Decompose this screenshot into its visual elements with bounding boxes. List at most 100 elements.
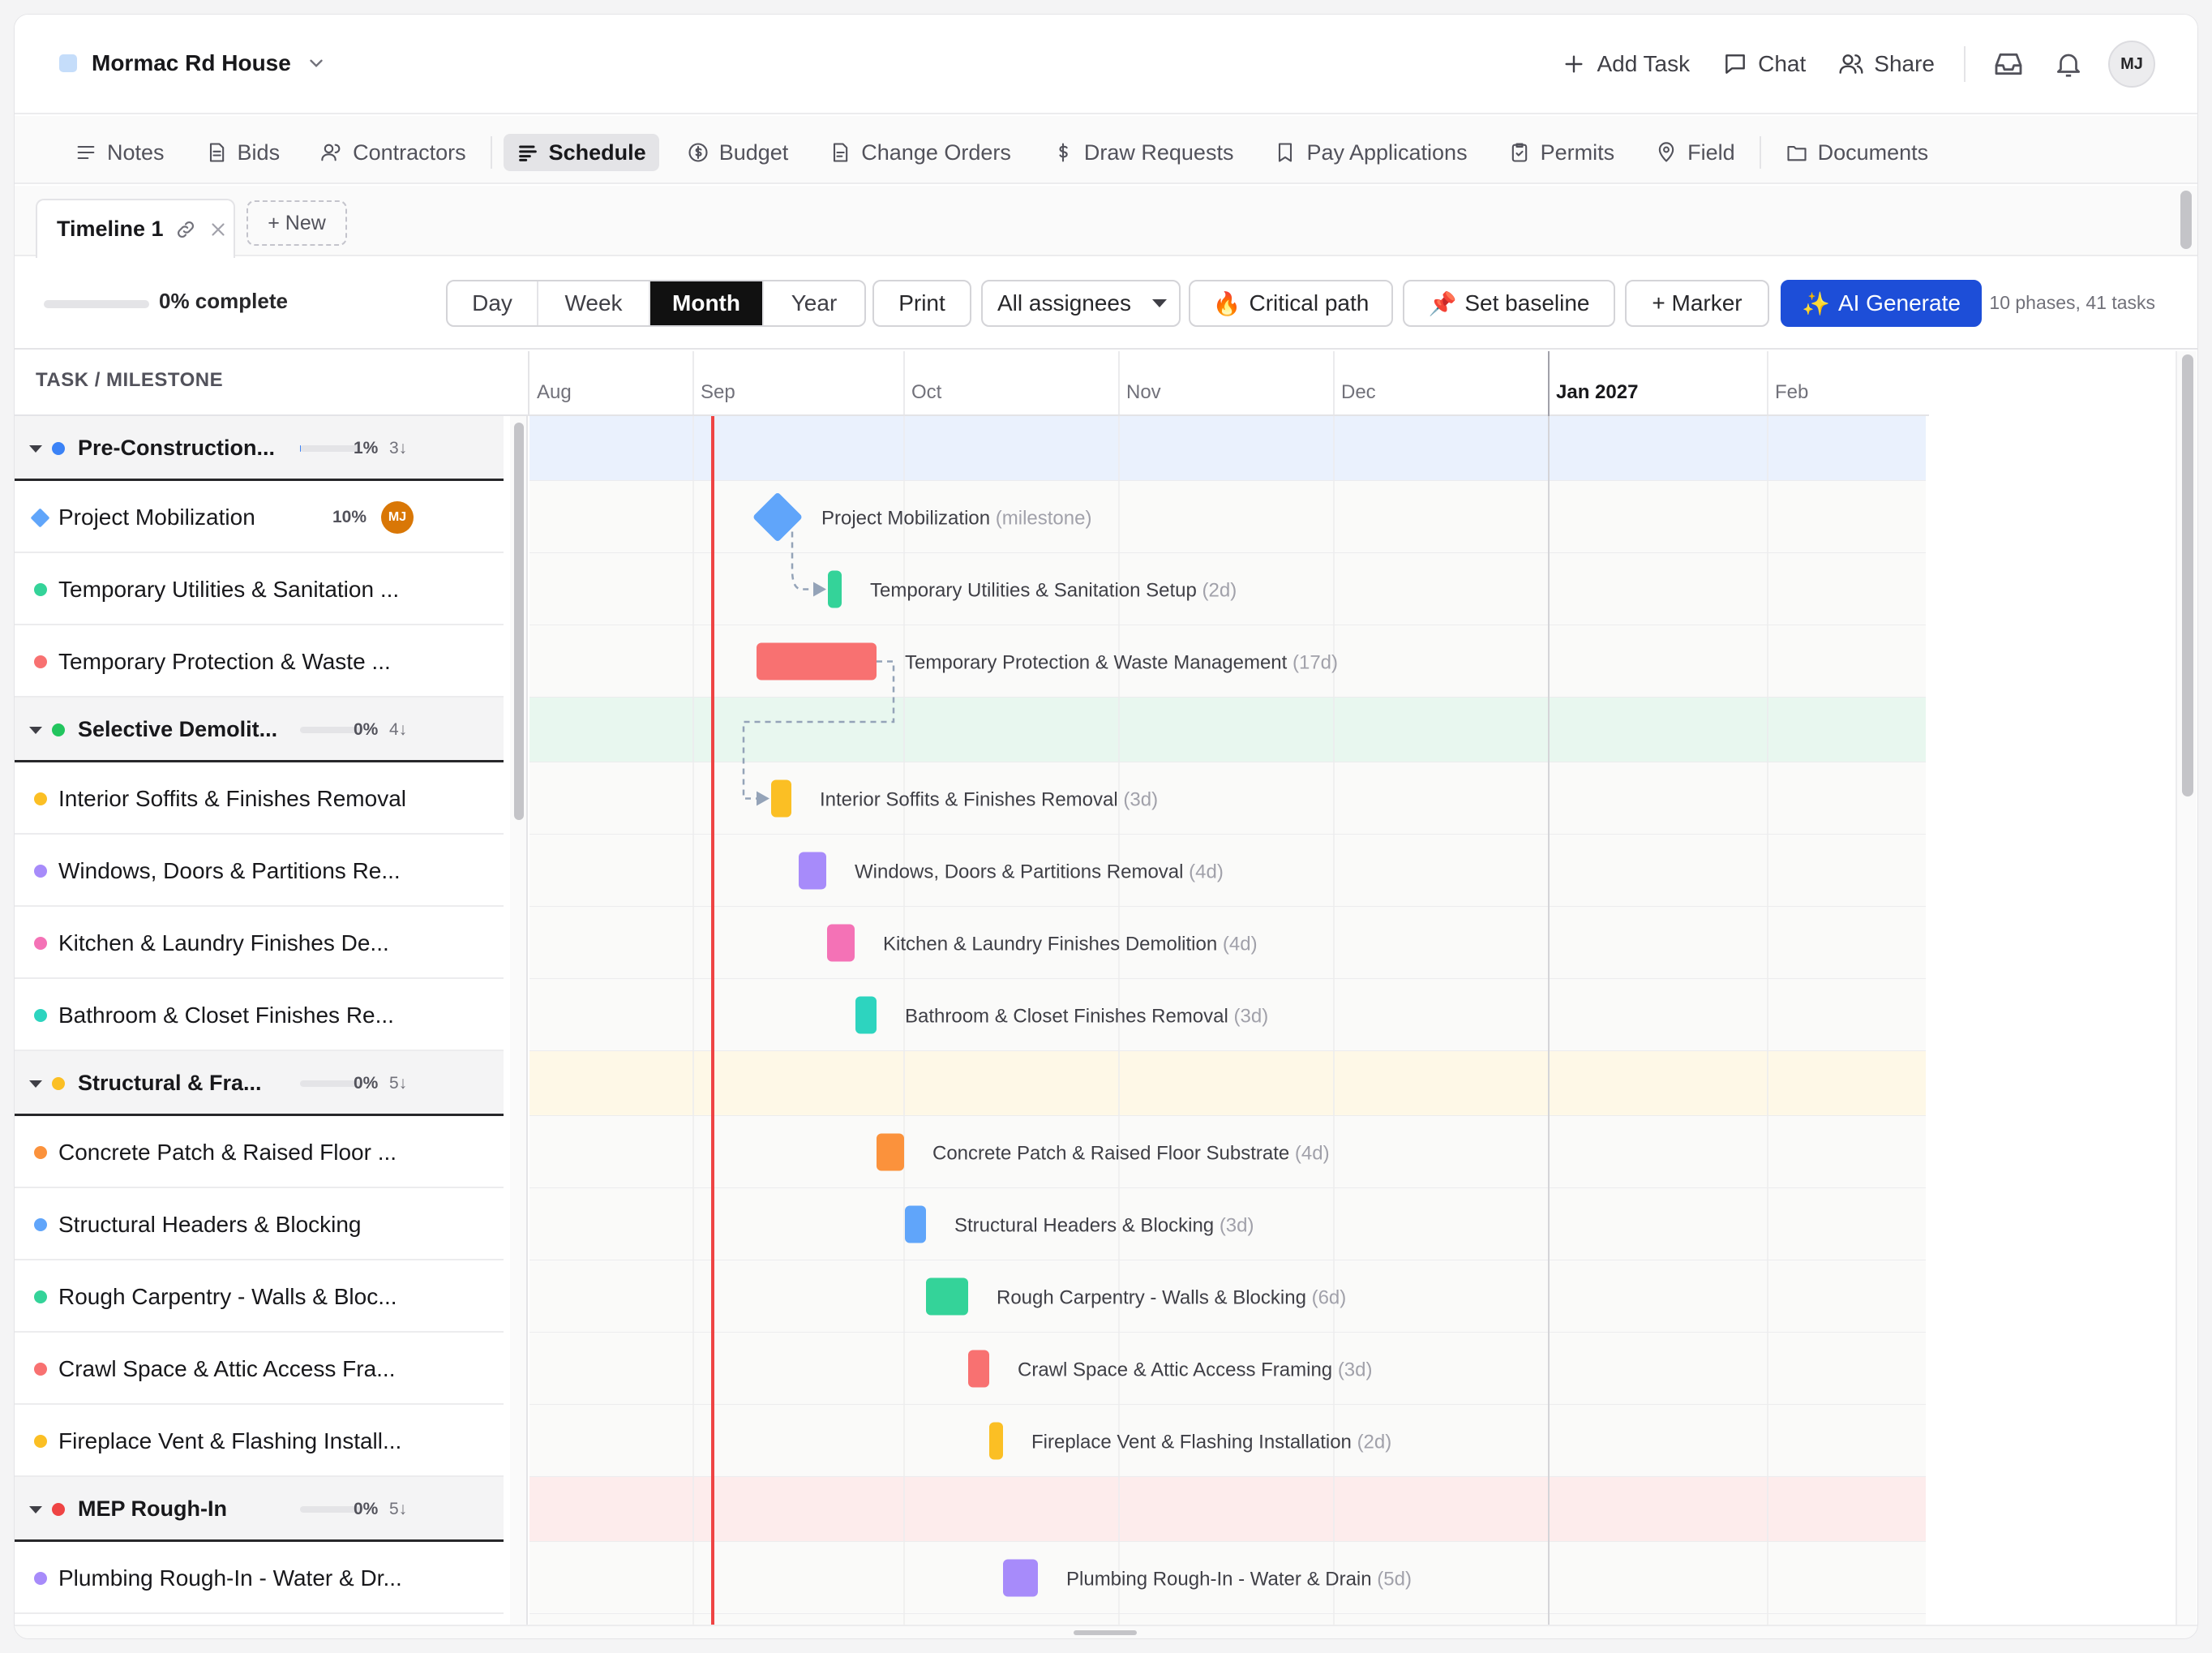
nav-item-label: Budget [718,140,789,165]
phase-progress-bar [300,1506,360,1513]
print-button[interactable]: Print [872,280,971,327]
nav-item-field[interactable]: Field [1642,134,1748,171]
phase-row[interactable]: Structural & Fra... 0% 5↓ [15,1051,504,1116]
new-timeline-button[interactable]: + New [246,200,347,246]
view-year-button[interactable]: Year [764,281,864,325]
task-row[interactable]: Plumbing Rough-In - Water & Dr... [15,1542,504,1614]
phase-progress-bar [300,727,360,733]
nav-item-bids[interactable]: Bids [192,134,294,171]
share-button[interactable]: Share [1838,51,1935,77]
close-icon[interactable] [208,219,229,240]
task-name: Concrete Patch & Raised Floor ... [58,1139,397,1165]
collapse-caret-icon[interactable] [29,1080,42,1088]
task-row[interactable]: Temporary Utilities & Sanitation ... [15,553,504,625]
month-label: Dec [1341,381,1376,403]
set-baseline-label: Set baseline [1464,290,1590,316]
task-row[interactable]: Temporary Protection & Waste ... [15,625,504,698]
nav-item-documents[interactable]: Documents [1773,134,1942,171]
nav-item-schedule[interactable]: Schedule [503,134,659,171]
task-row[interactable]: Fireplace Vent & Flashing Install... [15,1405,504,1477]
nav-item-change-orders[interactable]: Change Orders [816,134,1024,171]
tab-timeline-1[interactable]: Timeline 1 [36,199,235,258]
nav-item-label: Draw Requests [1083,140,1234,165]
task-name: Windows, Doors & Partitions Re... [58,857,401,883]
scroll-thumb[interactable] [514,423,524,820]
task-list-scrollbar[interactable] [510,416,528,1633]
collapse-caret-icon[interactable] [29,1506,42,1513]
project-selector[interactable]: Mormac Rd House [59,50,327,76]
permits-icon [1511,143,1527,162]
view-week-button[interactable]: Week [538,281,650,325]
scroll-thumb[interactable] [2182,354,2193,796]
bar-label: Fireplace Vent & Flashing Installation (… [1031,1432,1391,1453]
phase-name: Pre-Construction... [78,436,276,460]
month-label: Nov [1126,381,1161,403]
bar-label-text: Project Mobilization [821,508,996,530]
task-row[interactable]: Structural Headers & Blocking [15,1188,504,1260]
bar-label: Kitchen & Laundry Finishes Demolition (4… [883,934,1258,955]
tabs-scrollbar[interactable] [2176,186,2197,259]
bar-label-text: Windows, Doors & Partitions Removal [855,861,1189,883]
bar-label-text: Rough Carpentry - Walls & Blocking [997,1287,1312,1309]
ai-generate-button[interactable]: ✨ AI Generate [1781,280,1982,327]
assignees-select[interactable]: All assignees [981,280,1181,327]
phase-row[interactable]: MEP Rough-In 0% 5↓ [15,1477,504,1542]
task-row[interactable]: Kitchen & Laundry Finishes De... [15,907,504,979]
link-icon[interactable] [175,219,196,240]
chevron-down-icon [310,59,323,67]
phase-row[interactable]: Pre-Construction... 1% 3↓ [15,416,504,481]
nav-item-permits[interactable]: Permits [1495,134,1628,171]
chart-scrollbar[interactable] [2176,351,2197,1637]
task-row[interactable]: Rough Carpentry - Walls & Bloc... [15,1260,504,1333]
task-name: Rough Carpentry - Walls & Bloc... [58,1283,397,1309]
nav-item-contractors[interactable]: Contractors [307,134,479,171]
month-label: Aug [537,381,572,403]
task-row[interactable]: Concrete Patch & Raised Floor ... [15,1116,504,1188]
notifications-button[interactable] [2051,47,2086,81]
bar-label-text: Kitchen & Laundry Finishes Demolition [883,934,1223,955]
collapse-caret-icon[interactable] [29,445,42,453]
view-month-button[interactable]: Month [650,281,764,325]
nav-item-label: Field [1687,140,1735,165]
task-row[interactable]: Interior Soffits & Finishes Removal [15,762,504,835]
pay-applications-icon [1279,143,1292,162]
task-color-dot [34,1290,47,1303]
add-task-button[interactable]: Add Task [1561,51,1690,77]
inbox-button[interactable] [1991,47,2026,81]
critical-path-button[interactable]: 🔥 Critical path [1189,280,1393,327]
task-name: Kitchen & Laundry Finishes De... [58,930,389,955]
share-label: Share [1874,51,1935,76]
nav-item-pay-applications[interactable]: Pay Applications [1261,134,1480,171]
nav-item-notes[interactable]: Notes [62,134,178,171]
bar-duration: (3d) [1220,1215,1254,1237]
set-baseline-button[interactable]: 📌 Set baseline [1403,280,1615,327]
assignee-avatar[interactable]: MJ [381,500,414,534]
horizontal-scrollbar[interactable] [15,1625,2197,1638]
change-orders-icon [834,143,848,162]
nav-item-budget[interactable]: Budget [674,134,802,171]
chat-button[interactable]: Chat [1722,51,1806,77]
user-avatar[interactable]: MJ [2108,41,2155,88]
nav-divider [490,136,492,169]
task-row[interactable]: Windows, Doors & Partitions Re... [15,835,504,907]
milestone-row[interactable]: Project Mobilization 10% MJ [15,481,504,553]
scroll-thumb[interactable] [1074,1630,1137,1635]
scroll-thumb[interactable] [2180,191,2192,249]
view-day-button[interactable]: Day [448,281,538,325]
phase-band [529,698,1926,762]
task-row[interactable]: Bathroom & Closet Finishes Re... [15,979,504,1051]
task-row[interactable]: Crawl Space & Attic Access Fra... [15,1333,504,1405]
overall-progress-bar [44,300,149,308]
task-name: Plumbing Rough-In - Water & Dr... [58,1565,402,1591]
nav-item-draw-requests[interactable]: Draw Requests [1039,134,1247,171]
collapse-caret-icon[interactable] [29,727,42,734]
contractors-icon [321,144,341,161]
month-label: Oct [911,381,942,403]
phase-row[interactable]: Selective Demolit... 0% 4↓ [15,698,504,762]
timeline-tabs: Timeline 1 + New [15,186,2197,258]
nav-item-label: Documents [1817,140,1929,165]
add-marker-button[interactable]: + Marker [1625,280,1769,327]
bar-label-text: Temporary Utilities & Sanitation Setup [870,580,1202,602]
nav-item-label: Schedule [548,140,646,165]
nav-item-label: Permits [1540,140,1615,165]
